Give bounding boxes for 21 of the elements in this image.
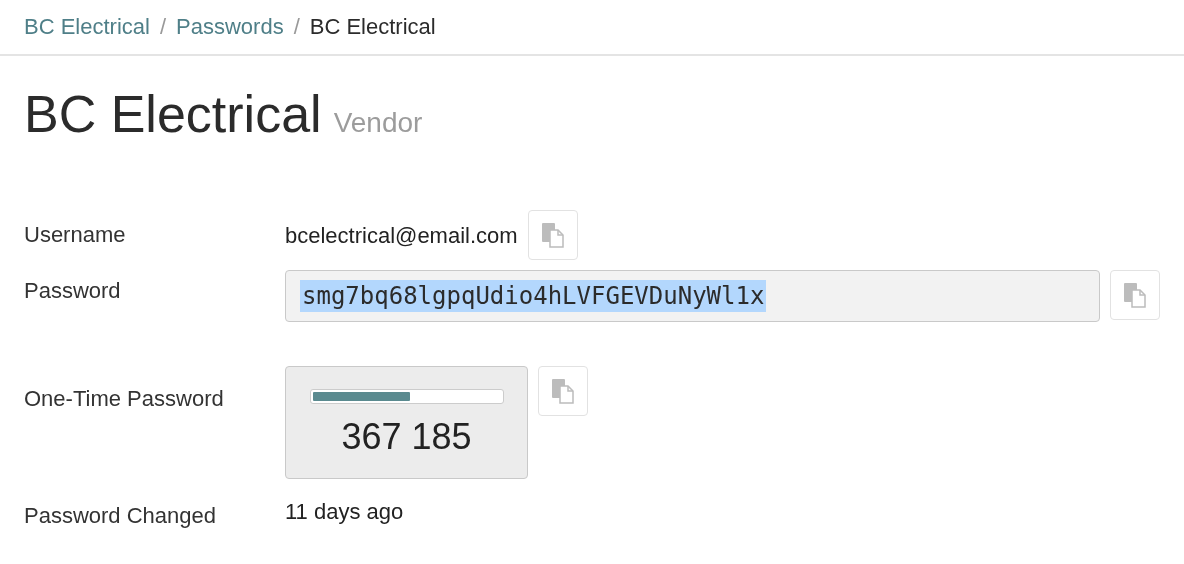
page-subtitle: Vendor [333,107,423,139]
field-label: Password [24,277,122,305]
password-field[interactable]: smg7bq68lgpqUdio4hLVFGEVDuNyWl1x [285,270,1100,322]
field-label: One-Time Password [24,385,225,413]
copy-button[interactable] [1110,270,1160,320]
breadcrumb-link[interactable]: Passwords [176,14,284,40]
breadcrumb-separator: / [293,14,300,40]
field-value: bcelectrical@email.com [285,222,518,249]
page-title: BC Electrical [24,84,322,144]
otp-code: 367 185 [341,416,472,458]
copy-icon [540,222,565,248]
copy-button[interactable] [527,210,578,260]
breadcrumb-link[interactable]: BC Electrical [24,14,150,40]
copy-icon [551,378,575,404]
current-page-name: BC Electrical [309,14,436,40]
field-value: 11 days ago [285,499,404,525]
copy-button[interactable] [538,366,588,416]
copy-icon [1123,282,1147,308]
field-label: Password Changed [24,502,217,529]
breadcrumb-separator: / [159,14,167,40]
field-label: Username [24,221,127,249]
